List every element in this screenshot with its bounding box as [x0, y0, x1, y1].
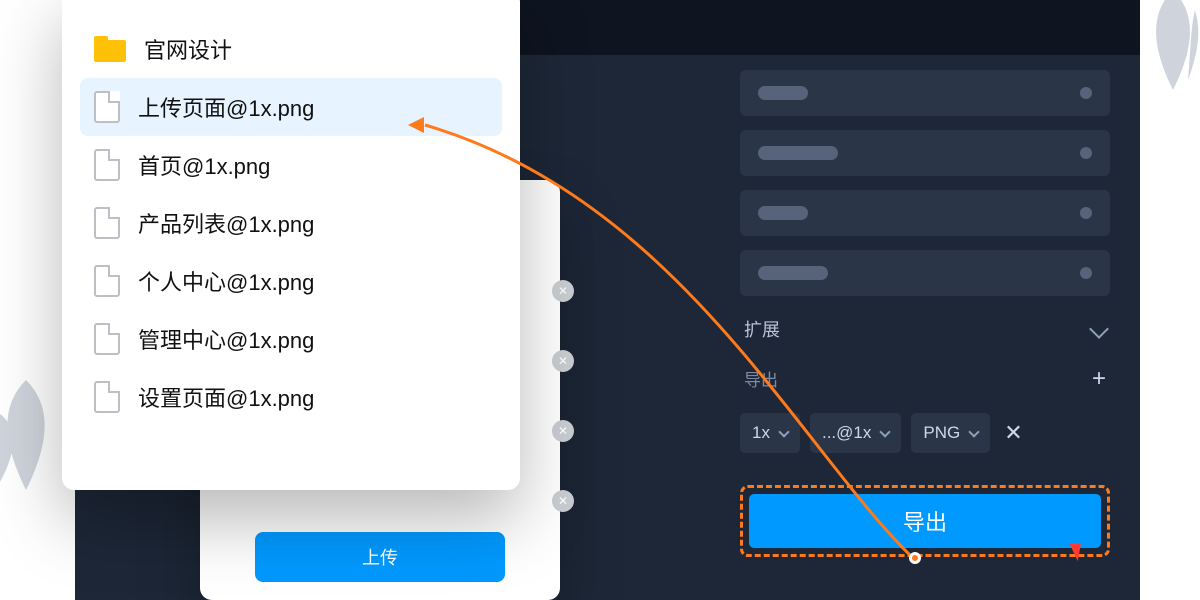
property-placeholder — [758, 86, 808, 100]
file-name: 首页@1x.png — [138, 149, 270, 181]
chevron-down-icon — [778, 426, 789, 437]
file-name: 产品列表@1x.png — [138, 207, 314, 239]
file-row[interactable]: 产品列表@1x.png — [80, 194, 502, 252]
property-toggle[interactable] — [1080, 207, 1092, 219]
property-placeholder — [758, 146, 838, 160]
close-icon[interactable]: ✕ — [552, 490, 574, 512]
export-size-select[interactable]: 1x — [740, 413, 800, 453]
close-icon[interactable]: ✕ — [552, 280, 574, 302]
property-toggle[interactable] — [1080, 267, 1092, 279]
property-row[interactable] — [740, 130, 1110, 176]
inspector-panel: 扩展 导出 + 1x ...@1x PNG ✕ 导出 — [740, 70, 1110, 557]
add-export-preset-button[interactable]: + — [1092, 367, 1106, 391]
close-icon[interactable]: ✕ — [552, 350, 574, 372]
export-suffix-value: ...@1x — [822, 423, 871, 443]
folder-icon — [94, 36, 126, 62]
export-format-value: PNG — [923, 423, 960, 443]
export-label-row: 导出 + — [740, 362, 1110, 395]
expand-section-label: 扩展 — [744, 316, 780, 342]
arrow-head-icon — [408, 117, 424, 133]
file-row[interactable]: 首页@1x.png — [80, 136, 502, 194]
export-button-label: 导出 — [903, 505, 947, 537]
property-row[interactable] — [740, 250, 1110, 296]
export-size-value: 1x — [752, 423, 770, 443]
close-icon[interactable]: ✕ — [552, 420, 574, 442]
leaf-decoration — [0, 380, 62, 490]
upload-button[interactable]: 上传 — [255, 532, 505, 582]
chevron-down-icon — [880, 426, 891, 437]
property-placeholder — [758, 266, 828, 280]
expand-section-header[interactable]: 扩展 — [740, 310, 1110, 348]
property-row[interactable] — [740, 190, 1110, 236]
file-icon — [94, 381, 120, 413]
file-row[interactable]: 设置页面@1x.png — [80, 368, 502, 426]
file-name: 个人中心@1x.png — [138, 265, 314, 297]
export-suffix-select[interactable]: ...@1x — [810, 413, 901, 453]
file-name: 上传页面@1x.png — [138, 91, 314, 123]
file-icon — [94, 207, 120, 239]
property-toggle[interactable] — [1080, 147, 1092, 159]
chevron-down-icon — [1089, 319, 1109, 339]
chevron-down-icon — [969, 426, 980, 437]
folder-row[interactable]: 官网设计 — [80, 20, 502, 78]
arrow-origin-dot — [909, 552, 921, 564]
property-placeholder — [758, 206, 808, 220]
file-row[interactable]: 个人中心@1x.png — [80, 252, 502, 310]
export-button[interactable]: 导出 — [749, 494, 1101, 548]
leaf-decoration — [1138, 0, 1200, 90]
file-row[interactable]: 管理中心@1x.png — [80, 310, 502, 368]
file-name: 设置页面@1x.png — [138, 381, 314, 413]
property-toggle[interactable] — [1080, 87, 1092, 99]
file-browser-popover: 官网设计 上传页面@1x.png 首页@1x.png 产品列表@1x.png 个… — [62, 0, 520, 490]
file-icon — [94, 265, 120, 297]
file-row[interactable]: 上传页面@1x.png — [80, 78, 502, 136]
export-button-highlight: 导出 — [740, 485, 1110, 557]
file-icon — [94, 91, 120, 123]
export-preset-row: 1x ...@1x PNG ✕ — [740, 413, 1110, 453]
file-icon — [94, 323, 120, 355]
file-name: 管理中心@1x.png — [138, 323, 314, 355]
export-section-label: 导出 — [744, 366, 778, 391]
folder-name: 官网设计 — [144, 33, 232, 65]
file-icon — [94, 149, 120, 181]
export-format-select[interactable]: PNG — [911, 413, 990, 453]
remove-export-preset-button[interactable]: ✕ — [1000, 420, 1026, 446]
property-row[interactable] — [740, 70, 1110, 116]
upload-button-label: 上传 — [362, 544, 398, 570]
